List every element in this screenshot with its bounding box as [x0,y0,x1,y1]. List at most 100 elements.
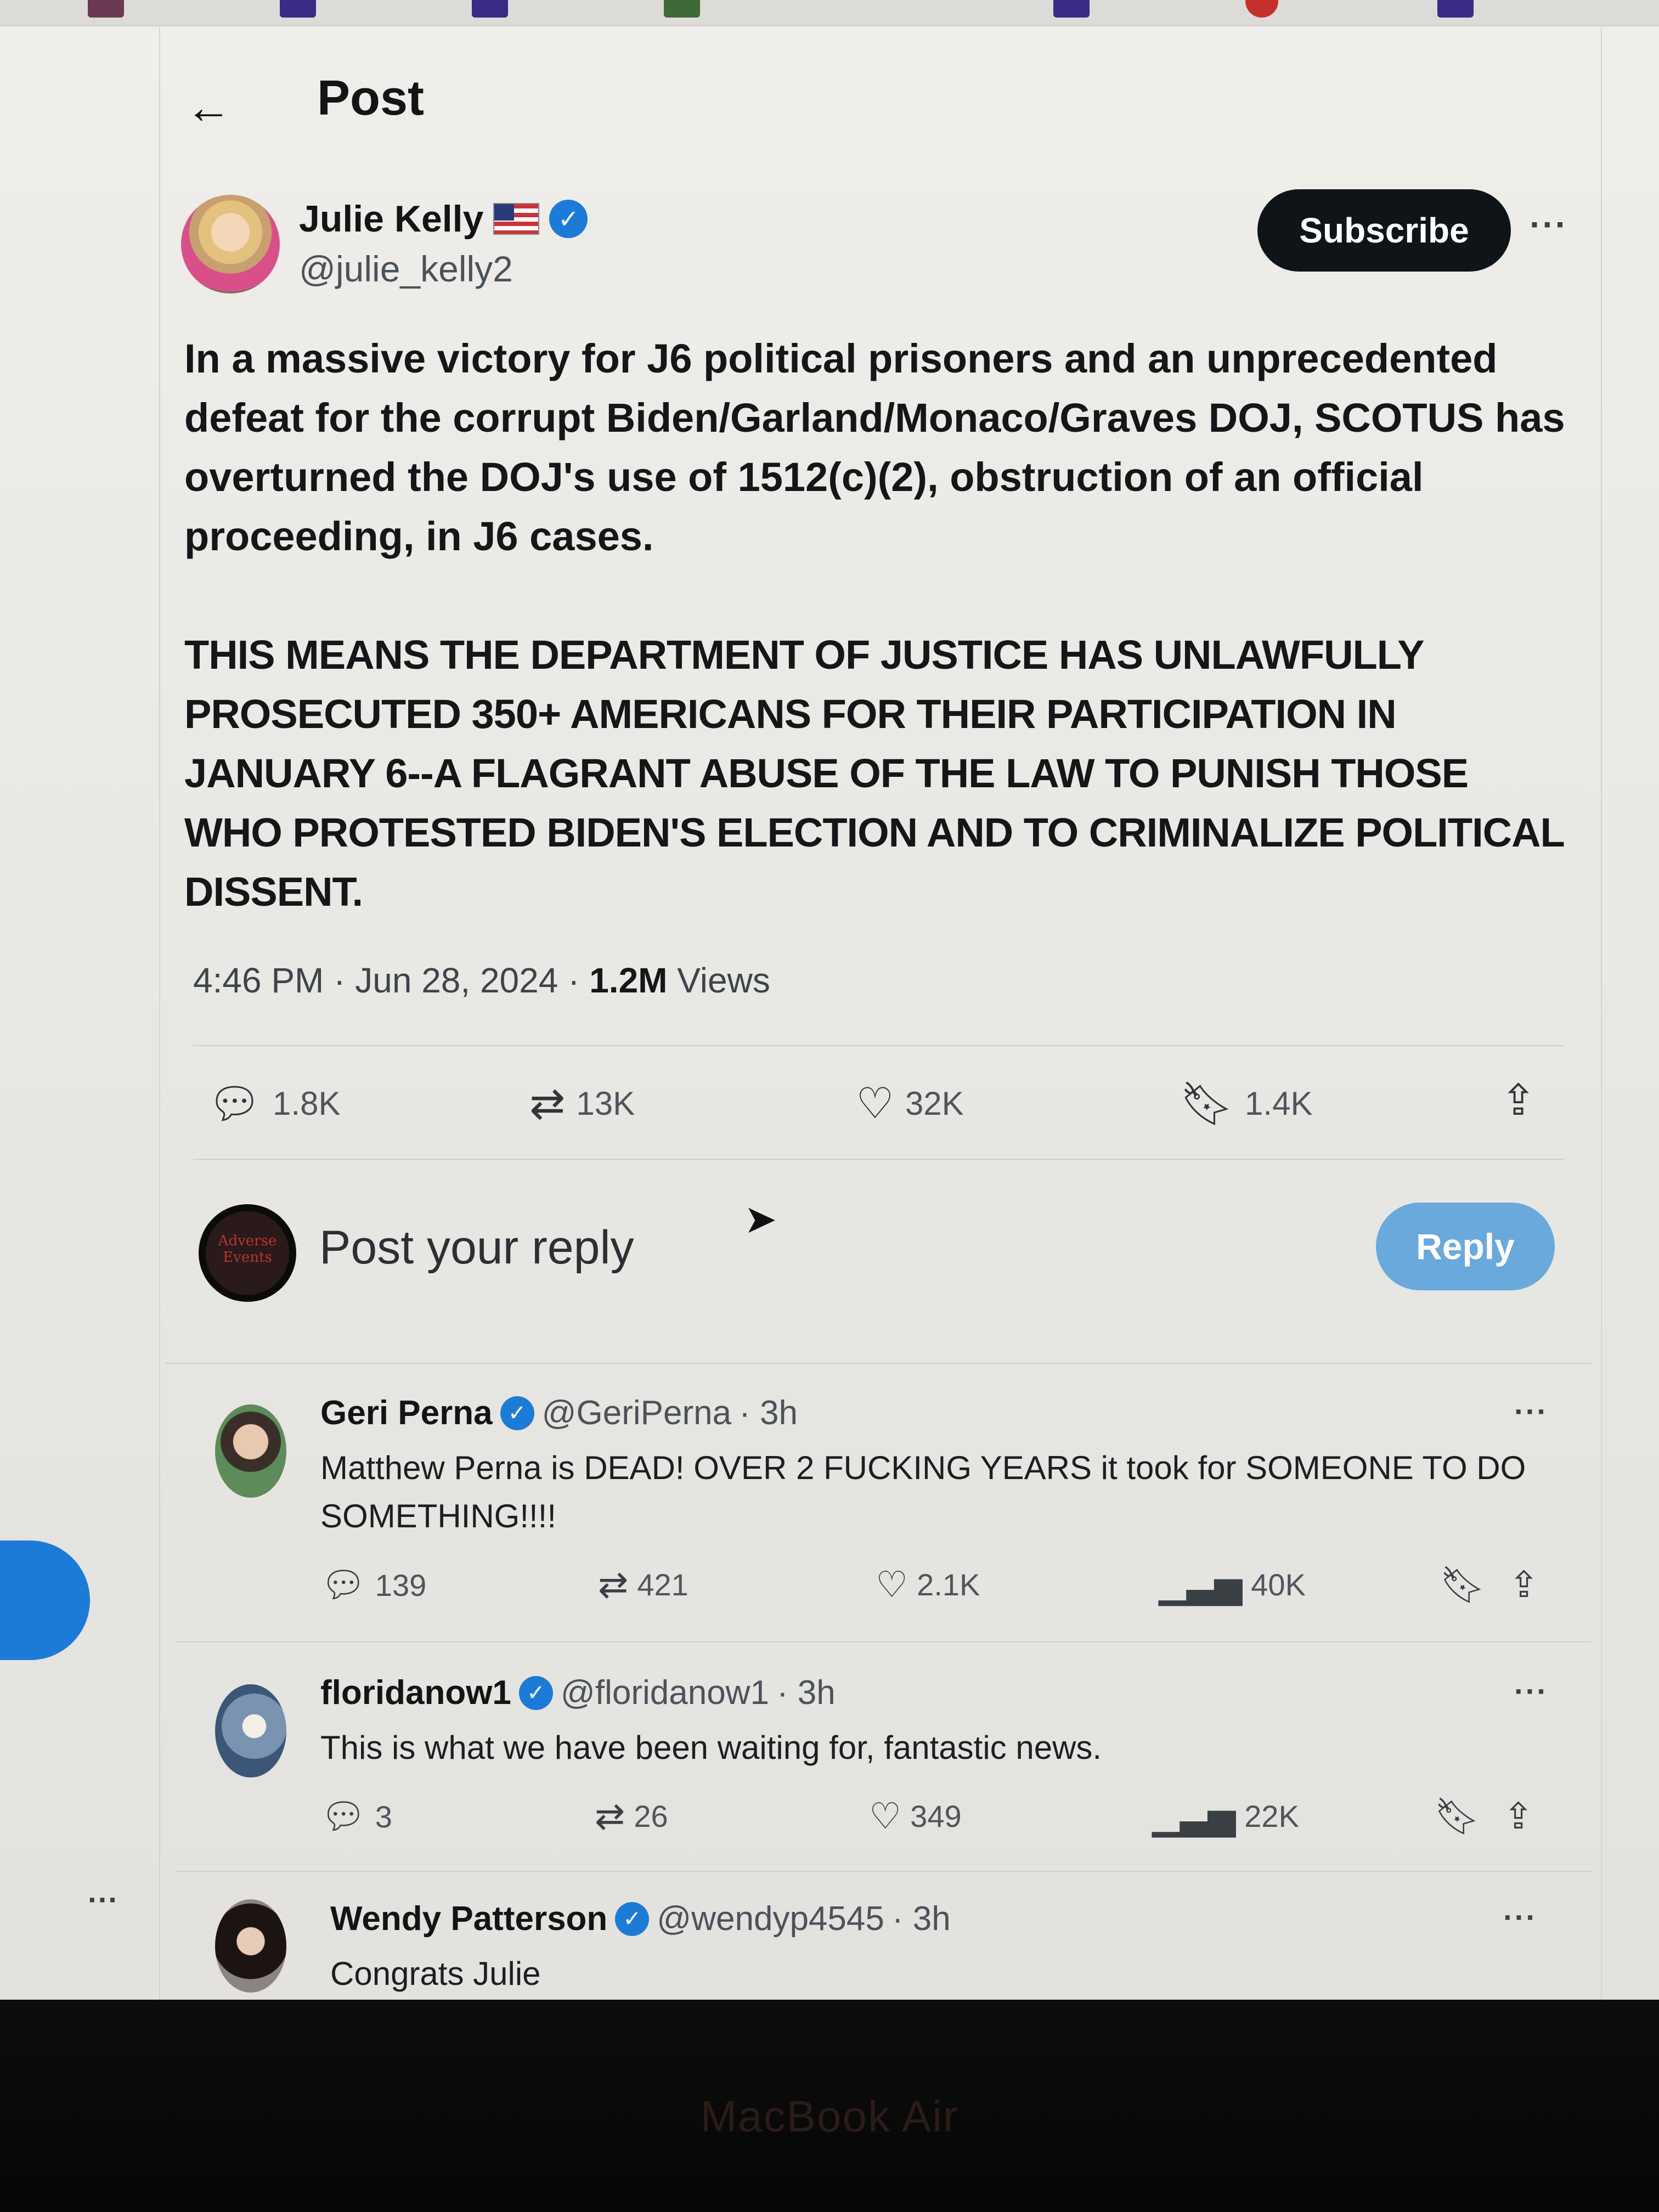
reply-header: Wendy Patterson ✓ @wendyp4545 · 3h [330,1899,951,1938]
comment-icon: 💬︎ [320,1564,366,1605]
reply-author-name[interactable]: floridanow1 [320,1673,511,1712]
tab-favicon[interactable] [280,0,316,18]
like-action[interactable]: ♡ 349 [869,1795,962,1837]
meta-separator: · [568,961,580,1000]
reply-author-handle[interactable]: @wendyp4545 [657,1899,884,1938]
reply-author-name[interactable]: Geri Perna [320,1393,493,1432]
post-time[interactable]: 4:46 PM [193,961,324,1000]
repost-count: 421 [637,1567,689,1602]
share-action[interactable]: ⇪ [1500,1079,1536,1121]
author-name[interactable]: Julie Kelly [299,198,483,240]
reply-count: 1.8K [273,1085,341,1122]
like-action[interactable]: ♡ 2.1K [876,1564,980,1606]
more-options-icon[interactable]: ··· [1503,1899,1537,1935]
more-options-icon[interactable]: ··· [1530,204,1568,245]
more-options-icon[interactable]: ··· [1514,1673,1548,1709]
reply-item[interactable]: floridanow1 ✓ @floridanow1 · 3h ··· This… [165,1673,1591,1860]
reply-avatar[interactable] [215,1899,286,1993]
compose-post-button[interactable] [0,1541,90,1660]
bookmark-icon: 🔖︎ [1440,1564,1486,1605]
reply-age[interactable]: · 3h [777,1673,836,1712]
reply-count: 139 [375,1567,427,1602]
device-label: MacBook Air [700,2092,959,2141]
like-count: 349 [910,1799,962,1833]
reply-author-handle[interactable]: @floridanow1 [561,1673,769,1712]
bookmark-icon: 🔖︎ [1434,1796,1480,1836]
reply-action[interactable]: 💬︎ 139 [320,1564,426,1606]
bookmark-count: 1.4K [1245,1085,1313,1122]
reply-text: This is what we have been waiting for, f… [320,1729,1102,1766]
reply-age[interactable]: · 3h [892,1899,951,1938]
tab-favicon[interactable] [664,0,700,18]
verified-badge-icon[interactable]: ✓ [549,200,588,238]
reply-text: Matthew Perna is DEAD! OVER 2 FUCKING YE… [320,1449,1526,1534]
views-count: 22K [1244,1799,1299,1833]
more-options-icon[interactable]: ··· [88,1882,119,1917]
heart-icon: ♡ [869,1796,902,1836]
tab-favicon[interactable] [1053,0,1090,18]
bookmark-action[interactable]: 🔖︎ [1434,1795,1480,1838]
verified-badge-icon[interactable]: ✓ [615,1901,650,1936]
views-action[interactable]: ▁▃▅ 40K [1159,1564,1306,1606]
meta-separator: · [334,961,346,1000]
subscribe-button[interactable]: Subscribe [1257,189,1511,272]
share-action[interactable]: ⇪ [1509,1564,1539,1606]
share-icon: ⇪ [1509,1564,1539,1605]
reply-item[interactable]: Wendy Patterson ✓ @wendyp4545 · 3h ··· C… [165,1899,1591,1998]
us-flag-icon [493,203,540,235]
tab-favicon[interactable] [472,0,508,18]
composer-avatar[interactable]: Adverse Events [199,1204,296,1302]
repost-action[interactable]: ⇄ 421 [598,1564,689,1606]
browser-tab-strip [0,0,1659,26]
author-handle[interactable]: @julie_kelly2 [299,248,513,290]
share-icon: ⇪ [1500,1076,1537,1124]
post-meta: 4:46 PM · Jun 28, 2024 · 1.2M Views [193,960,770,1001]
post-date[interactable]: Jun 28, 2024 [355,961,558,1000]
more-options-icon[interactable]: ··· [1514,1393,1548,1429]
views-label: Views [677,961,770,1000]
repost-action[interactable]: ⇄ 26 [595,1795,668,1837]
tab-favicon[interactable] [1437,0,1474,18]
like-count: 2.1K [917,1567,980,1602]
tab-favicon[interactable] [88,0,124,18]
reply-item[interactable]: Geri Perna ✓ @GeriPerna · 3h ··· Matthew… [165,1393,1591,1629]
verified-badge-icon[interactable]: ✓ [500,1396,534,1430]
bookmark-action[interactable]: 🔖︎ [1440,1564,1486,1606]
repost-icon: ⇄ [595,1796,625,1836]
reply-actions: 💬︎ 139 ⇄ 421 ♡ 2.1K ▁▃▅ 40K 🔖︎ ⇪ [320,1564,1582,1613]
share-action[interactable]: ⇪ [1503,1795,1533,1837]
reply-action[interactable]: 💬︎ 1.8K [207,1082,340,1125]
post-text: In a massive victory for J6 political pr… [184,329,1567,981]
reply-input[interactable]: Post your reply [319,1221,634,1275]
like-action[interactable]: ♡ 32K [856,1082,964,1125]
reply-author-handle[interactable]: @GeriPerna [542,1393,732,1432]
views-count: 1.2M [589,961,668,1000]
page-title: Post [317,71,425,126]
like-count: 32K [905,1085,964,1122]
reply-action[interactable]: 💬︎ 3 [320,1795,392,1838]
reply-avatar[interactable] [215,1684,286,1778]
share-icon: ⇪ [1503,1796,1534,1836]
views-action[interactable]: ▁▃▅ 22K [1152,1795,1299,1837]
reply-avatar[interactable] [215,1404,286,1498]
repost-count: 13K [576,1085,635,1122]
author-avatar[interactable] [181,195,280,294]
reply-author-name[interactable]: Wendy Patterson [330,1899,607,1938]
repost-action[interactable]: ⇄ 13K [529,1082,635,1125]
composer-avatar-text: Adverse Events [218,1233,277,1266]
tab-favicon[interactable] [1245,0,1278,18]
mouse-pointer-icon: ➤ [744,1198,777,1242]
reply-age[interactable]: · 3h [739,1393,798,1432]
divider [176,1871,1591,1872]
reply-button[interactable]: Reply [1376,1203,1555,1290]
arrow-left-icon[interactable]: ← [185,82,246,132]
bookmark-action[interactable]: 🔖︎ 1.4K [1180,1082,1312,1125]
analytics-icon: ▁▃▅ [1159,1564,1243,1605]
verified-badge-icon[interactable]: ✓ [518,1675,553,1710]
heart-icon: ♡ [856,1079,894,1127]
reply-header: Geri Perna ✓ @GeriPerna · 3h [320,1393,798,1432]
author-name-row[interactable]: Julie Kelly ✓ [299,198,588,240]
divider [193,1159,1565,1160]
analytics-icon: ▁▃▅ [1152,1796,1236,1836]
repost-icon: ⇄ [598,1564,629,1605]
